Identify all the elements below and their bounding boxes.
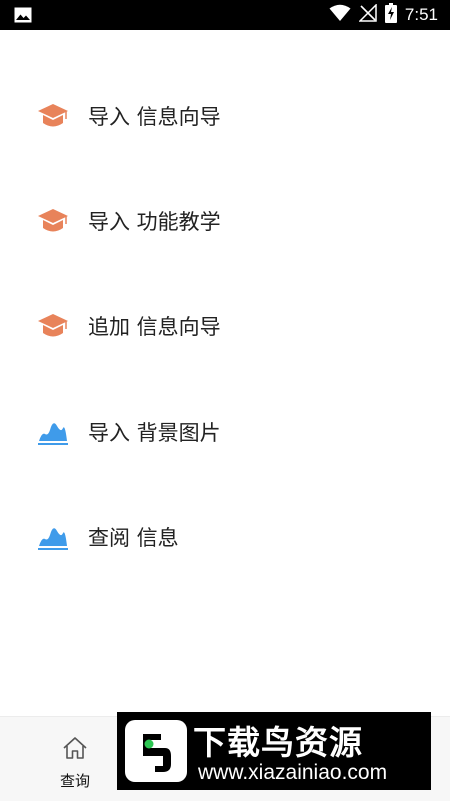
menu-item-label: 查阅 信息: [88, 526, 179, 550]
menu-item-import-feature-tutorial[interactable]: 导入 功能教学: [0, 181, 450, 261]
menu-item-label: 导入 背景图片: [88, 421, 221, 445]
graduation-cap-icon: [37, 102, 69, 130]
menu-item-label: 导入 功能教学: [88, 210, 221, 234]
mountain-chart-icon: [37, 418, 69, 446]
watermark-title: 下载鸟资源: [193, 723, 363, 762]
watermark: 下载鸟资源 www.xiazainiao.com: [117, 712, 431, 790]
mountain-chart-icon: [37, 523, 69, 551]
battery-charging-icon: [384, 3, 397, 27]
home-icon: [62, 736, 88, 764]
menu-item-view-info[interactable]: 查阅 信息: [0, 497, 450, 577]
menu-item-label: 导入 信息向导: [88, 105, 221, 129]
menu-item-label: 追加 信息向导: [88, 315, 221, 339]
nav-tab-query-label: 查询: [59, 772, 90, 790]
watermark-url: www.xiazainiao.com: [198, 761, 388, 784]
gallery-icon: [14, 7, 32, 27]
bird-logo-icon: [125, 720, 187, 782]
status-icons: 7:51: [329, 0, 438, 30]
status-time: 7:51: [404, 5, 438, 24]
no-signal-icon: [358, 3, 377, 26]
menu-item-import-background-image[interactable]: 导入 背景图片: [0, 392, 450, 472]
graduation-cap-icon: [37, 312, 69, 340]
menu-item-import-info-wizard[interactable]: 导入 信息向导: [0, 76, 450, 156]
graduation-cap-icon: [37, 207, 69, 235]
menu-item-append-info-wizard[interactable]: 追加 信息向导: [0, 286, 450, 366]
status-bar: 7:51: [0, 0, 450, 30]
wifi-icon: [329, 4, 351, 26]
nav-tab-query[interactable]: 查询: [42, 717, 108, 801]
